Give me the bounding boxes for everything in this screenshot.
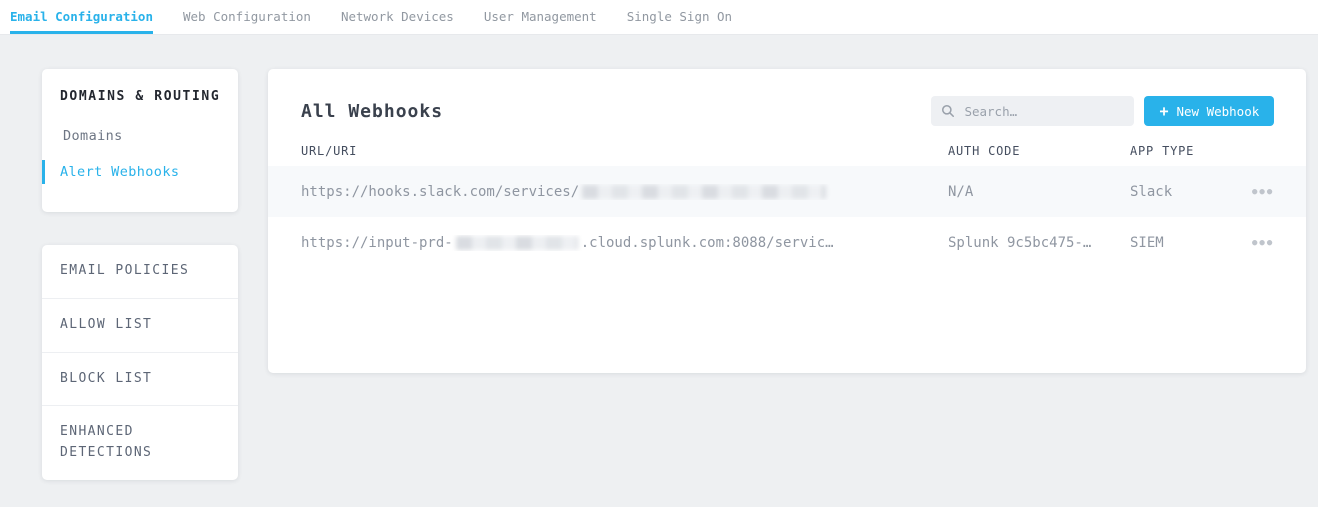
webhook-url-cell: https://hooks.slack.com/services/: [301, 184, 948, 200]
webhook-url-suffix: .cloud.splunk.com:8088/servic…: [581, 235, 834, 251]
webhook-url-prefix: https://input-prd-: [301, 235, 453, 251]
row-menu-button[interactable]: ●●●: [1207, 187, 1274, 197]
sidebar-item-domains[interactable]: Domains: [42, 124, 238, 148]
column-header-app-type: APP TYPE: [1130, 144, 1207, 158]
auth-code-cell: Splunk 9c5bc475-…: [948, 235, 1130, 251]
page-content: DOMAINS & ROUTING Domains Alert Webhooks…: [0, 35, 1318, 480]
sidebar-item-enhanced-detections[interactable]: ENHANCED DETECTIONS: [42, 406, 238, 480]
plus-icon: +: [1159, 104, 1168, 119]
column-header-url: URL/URI: [301, 144, 948, 158]
sidebar-sections-card: EMAIL POLICIES ALLOW LIST BLOCK LIST ENH…: [42, 245, 238, 480]
sidebar-item-email-policies[interactable]: EMAIL POLICIES: [42, 245, 238, 299]
sidebar-item-block-list[interactable]: BLOCK LIST: [42, 353, 238, 407]
redacted-url-segment: [456, 236, 578, 250]
webhooks-panel: All Webhooks + New Webhook URL/URI AUTH …: [268, 69, 1306, 373]
webhooks-table: URL/URI AUTH CODE APP TYPE https://hooks…: [268, 144, 1306, 268]
search-box[interactable]: [931, 96, 1134, 126]
nav-tab-single-sign-on[interactable]: Single Sign On: [627, 0, 732, 34]
sidebar-section-title: DOMAINS & ROUTING: [42, 89, 238, 104]
nav-tab-network-devices[interactable]: Network Devices: [341, 0, 454, 34]
new-webhook-button[interactable]: + New Webhook: [1144, 96, 1274, 126]
auth-code-cell: N/A: [948, 184, 1130, 200]
app-type-cell: Slack: [1130, 184, 1207, 200]
sidebar-item-alert-webhooks[interactable]: Alert Webhooks: [42, 160, 238, 184]
new-webhook-button-label: New Webhook: [1176, 104, 1259, 119]
sidebar: DOMAINS & ROUTING Domains Alert Webhooks…: [42, 69, 238, 480]
table-row: https://input-prd- .cloud.splunk.com:808…: [268, 217, 1306, 268]
page-title: All Webhooks: [301, 101, 443, 122]
nav-tab-user-management[interactable]: User Management: [484, 0, 597, 34]
panel-header: All Webhooks + New Webhook: [268, 69, 1306, 144]
nav-tab-email-configuration[interactable]: Email Configuration: [10, 0, 153, 34]
nav-tab-web-configuration[interactable]: Web Configuration: [183, 0, 311, 34]
search-input[interactable]: [964, 104, 1114, 119]
column-header-auth-code: AUTH CODE: [948, 144, 1130, 158]
domains-routing-card: DOMAINS & ROUTING Domains Alert Webhooks: [42, 69, 238, 212]
webhook-url-prefix: https://hooks.slack.com/services/: [301, 184, 579, 200]
app-type-cell: SIEM: [1130, 235, 1207, 251]
search-icon: [941, 104, 955, 118]
table-row: https://hooks.slack.com/services/ N/A Sl…: [268, 166, 1306, 217]
redacted-url-segment: [582, 185, 826, 199]
webhook-url-cell: https://input-prd- .cloud.splunk.com:808…: [301, 235, 948, 251]
top-nav: Email Configuration Web Configuration Ne…: [0, 0, 1318, 35]
sidebar-item-allow-list[interactable]: ALLOW LIST: [42, 299, 238, 353]
row-menu-button[interactable]: ●●●: [1207, 238, 1274, 248]
table-header-row: URL/URI AUTH CODE APP TYPE: [268, 144, 1306, 158]
